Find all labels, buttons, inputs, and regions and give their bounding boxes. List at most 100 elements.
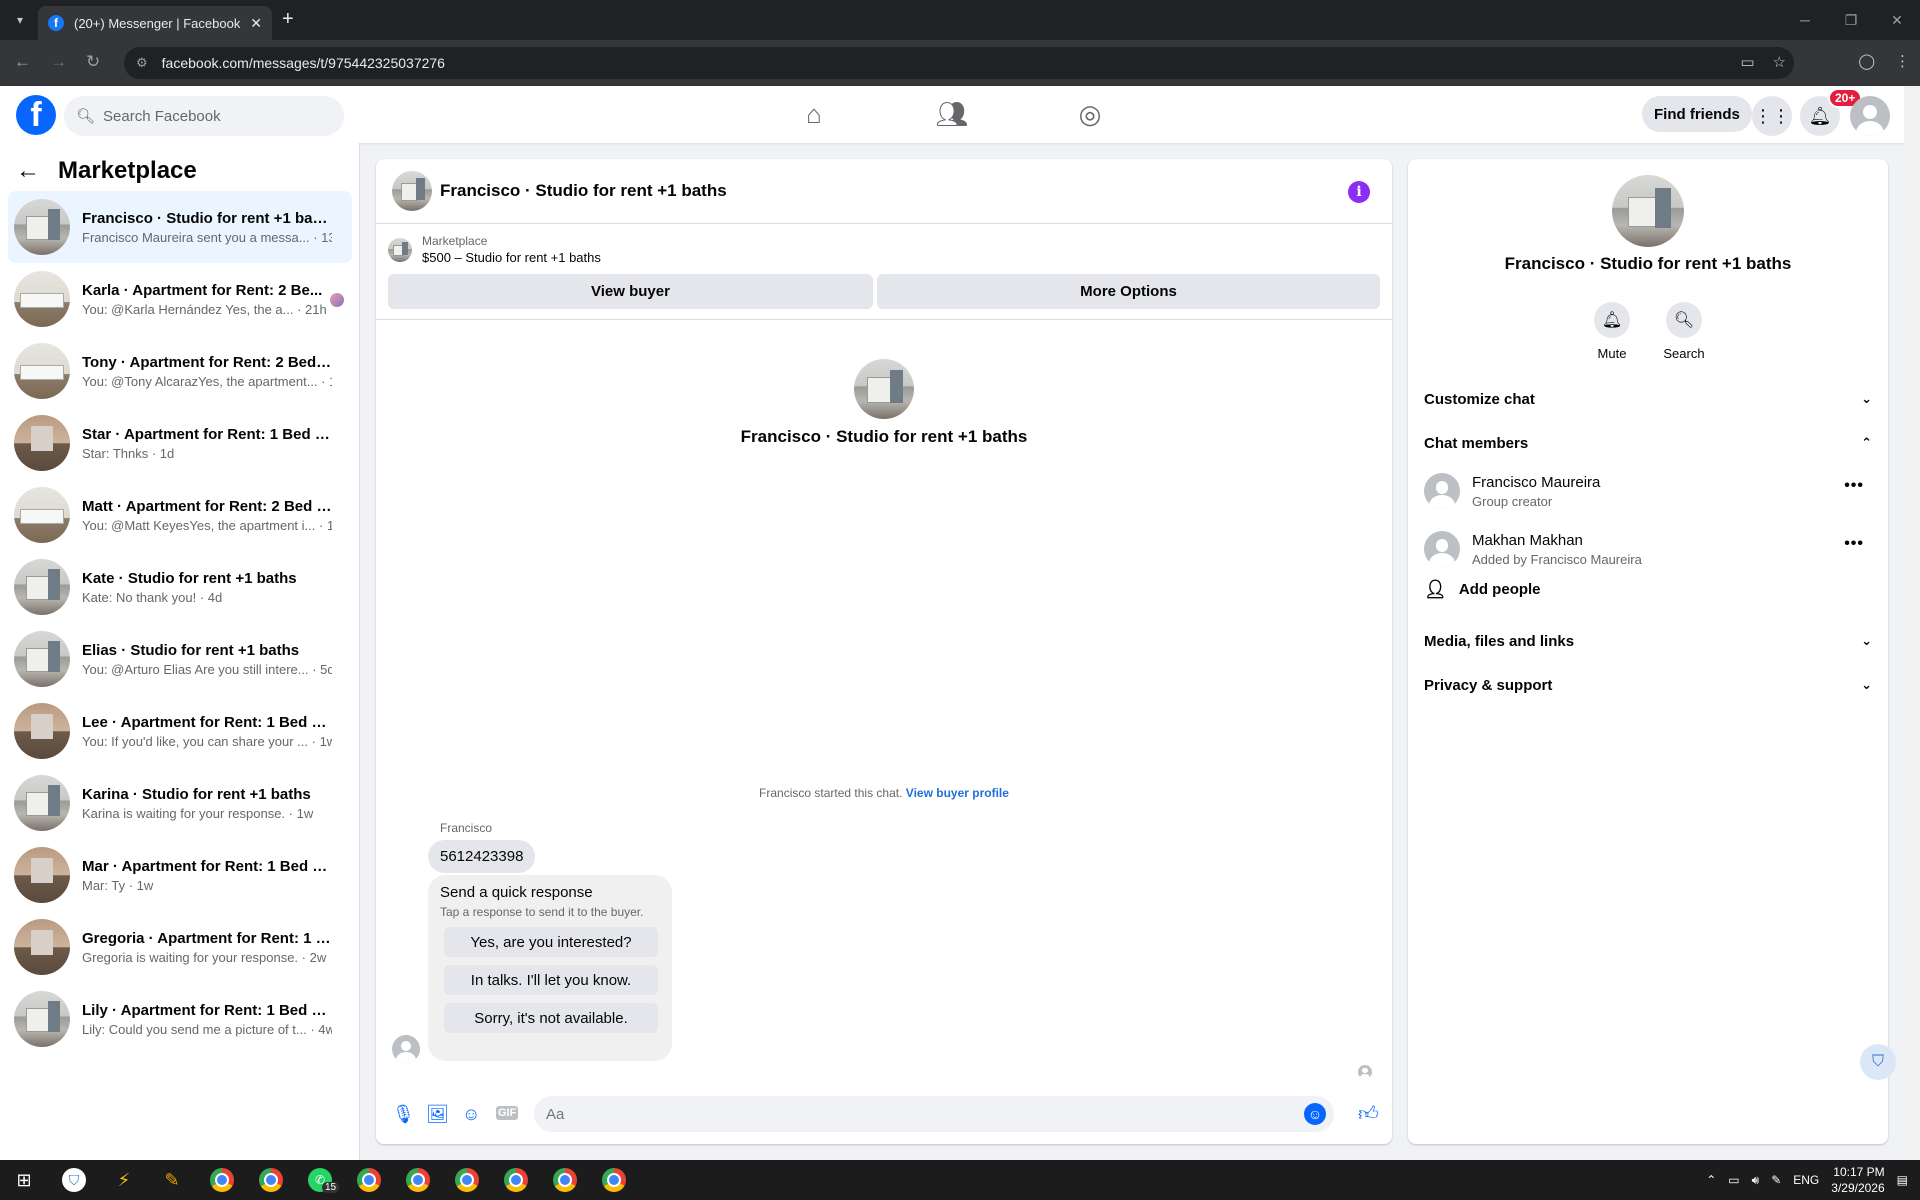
sticker-icon[interactable]: ☺ — [462, 1104, 480, 1125]
back-arrow-icon[interactable]: ← — [16, 157, 40, 185]
home-icon[interactable]: ⌂ — [792, 94, 836, 134]
chat-avatar[interactable] — [392, 171, 432, 211]
tab-close-icon[interactable]: ✕ — [250, 15, 262, 32]
member-row[interactable]: Francisco Maureira Group creator ••• — [1424, 463, 1872, 519]
photo-icon[interactable]: 🖼︎ — [426, 1104, 449, 1125]
conversation-item[interactable]: Kate · Studio for rent +1 baths Kate: No … — [8, 551, 352, 623]
reload-icon[interactable]: ↻ — [86, 52, 100, 72]
more-options-button[interactable]: More Options — [877, 274, 1380, 309]
friends-icon[interactable]: 👥︎ — [930, 94, 974, 134]
member-row[interactable]: Makhan Makhan Added by Francisco Maureir… — [1424, 521, 1872, 577]
listing-info[interactable]: Marketplace $500 – Studio for rent +1 ba… — [388, 234, 601, 265]
conversation-item[interactable]: Matt · Apartment for Rent: 2 Bed 1... You… — [8, 479, 352, 551]
chrome-icon[interactable] — [406, 1168, 430, 1192]
minimize-icon[interactable]: ─ — [1782, 0, 1828, 40]
member-name: Francisco Maureira — [1472, 473, 1601, 491]
chat-members-section[interactable]: Chat members ⌃ — [1424, 423, 1872, 463]
quick-reply-button[interactable]: Yes, are you interested? — [444, 927, 658, 957]
tray-chevron-icon[interactable]: ⌃ — [1706, 1173, 1716, 1187]
emoji-icon[interactable]: ☺ — [1304, 1103, 1326, 1125]
conversation-item[interactable]: Lee · Apartment for Rent: 1 Bed 1 B... Yo… — [8, 695, 352, 767]
chrome-icon[interactable] — [455, 1168, 479, 1192]
chrome-icon[interactable] — [504, 1168, 528, 1192]
chrome-icon[interactable] — [553, 1168, 577, 1192]
conversation-item[interactable]: Mar · Apartment for Rent: 1 Bed 1 ... Mar… — [8, 839, 352, 911]
view-buyer-profile-link[interactable]: View buyer profile — [906, 786, 1009, 800]
media-files-section[interactable]: Media, files and links ⌄ — [1424, 621, 1872, 661]
shield-icon[interactable]: ⛉ — [1860, 1044, 1896, 1080]
windows-start-icon[interactable]: ⊞ — [12, 1168, 36, 1192]
quick-reply-button[interactable]: Sorry, it's not available. — [444, 1003, 658, 1033]
privacy-support-section[interactable]: Privacy & support ⌄ — [1424, 665, 1872, 705]
conversation-item[interactable]: Gregoria · Apartment for Rent: 1 B... Gre… — [8, 911, 352, 983]
find-friends-button[interactable]: Find friends — [1642, 96, 1752, 132]
facebook-logo-icon[interactable]: f — [16, 95, 56, 135]
close-window-icon[interactable]: ✕ — [1874, 0, 1920, 40]
bookmark-star-icon[interactable]: ☆ — [1773, 53, 1786, 71]
url-field[interactable]: ⚙ facebook.com/messages/t/97544232503727… — [124, 47, 1794, 79]
quick-reply-button[interactable]: In talks. I'll let you know. — [444, 965, 658, 995]
menu-grid-icon[interactable]: ⋮⋮ — [1752, 96, 1792, 136]
message-input-wrapper[interactable]: ☺ — [534, 1096, 1334, 1132]
conversation-list: Francisco · Studio for rent +1 baths Fran… — [8, 191, 352, 1055]
search-input[interactable] — [103, 107, 324, 125]
new-tab-icon[interactable]: + — [282, 8, 294, 31]
browser-tab[interactable]: f (20+) Messenger | Facebook ✕ — [38, 6, 272, 40]
defender-icon[interactable]: ⛉ — [62, 1168, 86, 1192]
chrome-icon[interactable] — [210, 1168, 234, 1192]
pen-icon[interactable]: ✎ — [1771, 1173, 1781, 1187]
page-scrollbar[interactable] — [1904, 86, 1920, 1160]
notification-center-icon[interactable]: ▤ — [1897, 1173, 1908, 1187]
tab-search-icon[interactable]: ▾ — [8, 8, 32, 32]
message-input[interactable] — [546, 1105, 1286, 1123]
volume-icon[interactable]: 🔊︎ — [1752, 1173, 1760, 1188]
microphone-icon[interactable]: 🎙︎ — [392, 1104, 415, 1125]
facebook-header: f 🔍︎ ⌂ 👥︎ ◎ Find friends ⋮⋮ 🔔︎ 20+ — [0, 86, 1920, 143]
view-buyer-button[interactable]: View buyer — [388, 274, 873, 309]
conversation-item[interactable]: Karina · Studio for rent +1 baths Karina … — [8, 767, 352, 839]
chat-title[interactable]: Francisco · Studio for rent +1 baths — [440, 181, 727, 201]
search-in-chat-button[interactable]: 🔍︎ Search — [1654, 302, 1714, 361]
chrome-icon[interactable] — [357, 1168, 381, 1192]
add-people-button[interactable]: 👤︎ Add people — [1424, 579, 1541, 600]
clock[interactable]: 10:17 PM 3/29/2026 — [1831, 1164, 1884, 1196]
message-bubble[interactable]: 5612423398 — [428, 840, 536, 873]
install-app-icon[interactable]: ▭ — [1740, 53, 1754, 71]
conversation-item[interactable]: Karla · Apartment for Rent: 2 Be... You: … — [8, 263, 352, 335]
folder-app-icon[interactable]: ✎ — [160, 1168, 184, 1192]
back-icon[interactable]: ← — [14, 52, 31, 72]
forward-icon[interactable]: → — [50, 52, 67, 72]
conversation-snippet: Lily: Could you send me a picture of t..… — [82, 1021, 332, 1037]
network-icon[interactable]: ▭ — [1728, 1173, 1739, 1187]
member-avatar — [1424, 531, 1460, 567]
browser-menu-icon[interactable]: ⋮ — [1895, 52, 1910, 70]
groups-icon[interactable]: ◎ — [1068, 94, 1112, 134]
whatsapp-badge: 15 — [322, 1182, 340, 1193]
conversation-item[interactable]: Lily · Apartment for Rent: 1 Bed 1 B... L… — [8, 983, 352, 1055]
more-options-icon[interactable]: ••• — [1844, 477, 1864, 495]
chevron-down-icon: ⌄ — [1861, 633, 1872, 648]
language-indicator[interactable]: ENG — [1793, 1173, 1819, 1187]
chrome-icon[interactable] — [602, 1168, 626, 1192]
bolt-app-icon[interactable]: ⚡ — [112, 1168, 136, 1192]
url-text[interactable]: facebook.com/messages/t/975442325037276 — [162, 55, 445, 71]
bell-icon: 🔔︎ — [1594, 302, 1630, 338]
gif-icon[interactable]: GIF — [496, 1106, 519, 1120]
mute-button[interactable]: 🔔︎ Mute — [1582, 302, 1642, 361]
conversation-item[interactable]: Star · Apartment for Rent: 1 Bed 1 ... St… — [8, 407, 352, 479]
restore-icon[interactable]: ❐ — [1828, 0, 1874, 40]
conversation-item[interactable]: Francisco · Studio for rent +1 baths Fran… — [8, 191, 352, 263]
clock-date: 3/29/2026 — [1831, 1181, 1885, 1195]
profile-icon[interactable]: ◯ — [1858, 52, 1875, 70]
customize-chat-section[interactable]: Customize chat ⌄ — [1424, 379, 1872, 419]
chrome-icon[interactable] — [259, 1168, 283, 1192]
conversation-item[interactable]: Tony · Apartment for Rent: 2 Bed 1... You… — [8, 335, 352, 407]
account-avatar[interactable] — [1850, 96, 1890, 136]
more-options-icon[interactable]: ••• — [1844, 535, 1864, 553]
site-info-icon[interactable]: ⚙ — [136, 55, 148, 71]
customize-chat-label: Customize chat — [1424, 390, 1535, 408]
facebook-search[interactable]: 🔍︎ — [64, 96, 344, 136]
conversation-item[interactable]: Elias · Studio for rent +1 baths You: @Ar… — [8, 623, 352, 695]
thumbs-up-icon[interactable]: 👍︎ — [1358, 1102, 1379, 1126]
info-icon[interactable]: i — [1348, 181, 1370, 203]
